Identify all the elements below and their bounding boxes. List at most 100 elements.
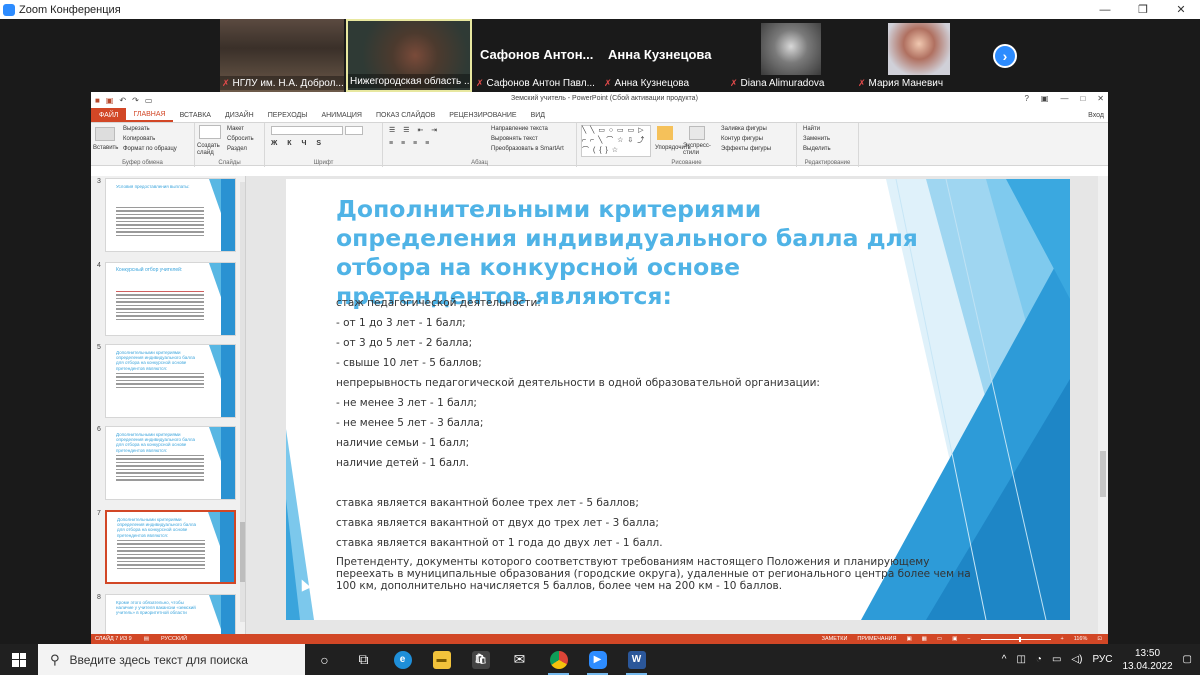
undo-icon[interactable]: ↶ xyxy=(119,96,126,105)
thumbs-scrollbar[interactable] xyxy=(240,182,245,622)
zoom-level[interactable]: 116% xyxy=(1074,636,1088,642)
shapes-gallery[interactable]: ╲ ╲ ▭ ○ ▭ ▭ ▷ ⌐ ⌐ ╲ ⌒ ☆ ⇩ ⤴ ⌒ ( { } ☆ xyxy=(581,125,651,157)
redo-icon[interactable]: ↷ xyxy=(132,96,139,105)
replace-button[interactable]: Заменить xyxy=(803,136,830,142)
start-button[interactable] xyxy=(0,644,38,675)
slide-canvas[interactable]: Дополнительными критериями определения и… xyxy=(286,179,1070,620)
tab-slideshow[interactable]: ПОКАЗ СЛАЙДОВ xyxy=(369,108,442,122)
slide-thumbnail[interactable]: Конкурсный отбор учителей: xyxy=(105,262,236,336)
tab-home[interactable]: ГЛАВНАЯ xyxy=(126,108,173,122)
shape-fill-button[interactable]: Заливка фигуры xyxy=(721,126,767,132)
tab-design[interactable]: ДИЗАЙН xyxy=(218,108,261,122)
slide-scrollbar[interactable] xyxy=(1098,176,1108,634)
tab-view[interactable]: ВИД xyxy=(524,108,552,122)
new-slide-button[interactable]: Создать слайд xyxy=(197,143,225,157)
minimize-icon[interactable]: — xyxy=(1086,0,1124,19)
font-format-buttons[interactable]: Ж К Ч S xyxy=(271,140,325,147)
chevron-right-icon[interactable]: › xyxy=(993,44,1017,68)
network-icon[interactable]: ◫ xyxy=(1016,654,1025,665)
new-slide-icon[interactable] xyxy=(199,125,221,139)
fit-slide-icon[interactable]: ⊡ xyxy=(1097,636,1102,642)
scroll-thumb[interactable] xyxy=(240,522,245,582)
participant-tile[interactable]: Сафонов Антон... ✗ Сафонов Антон Павл... xyxy=(474,19,600,92)
clock[interactable]: 13:50 13.04.2022 xyxy=(1122,647,1172,673)
cut-button[interactable]: Вырезать xyxy=(123,126,150,132)
shape-effects-button[interactable]: Эффекты фигуры xyxy=(721,146,771,152)
wifi-icon[interactable]: ◔ xyxy=(1036,654,1042,665)
tab-animation[interactable]: АНИМАЦИЯ xyxy=(314,108,369,122)
tab-insert[interactable]: ВСТАВКА xyxy=(173,108,218,122)
list-buttons[interactable]: ☰ ☰ ⇤ ⇥ xyxy=(389,126,440,134)
normal-view-icon[interactable]: ▣ xyxy=(906,636,911,642)
participant-tile[interactable]: Анна Кузнецова ✗ Анна Кузнецова xyxy=(602,19,726,92)
align-buttons[interactable]: ≡ ≡ ≡ ≡ xyxy=(389,140,432,147)
participant-tile[interactable]: ✗ НГЛУ им. Н.А. Доброл... xyxy=(220,19,344,92)
tab-transitions[interactable]: ПЕРЕХОДЫ xyxy=(261,108,315,122)
mail-icon[interactable]: ✉ xyxy=(500,644,539,675)
quick-styles-icon[interactable] xyxy=(689,126,705,140)
slide-thumbnail[interactable]: Условия предоставления выплаты: xyxy=(105,178,236,252)
slide-thumbnail[interactable]: Дополнительными критериями определения и… xyxy=(105,426,236,500)
font-size-select[interactable] xyxy=(345,126,363,135)
shape-outline-button[interactable]: Контур фигуры xyxy=(721,136,763,142)
format-painter-button[interactable]: Формат по образцу xyxy=(123,146,177,152)
copy-button[interactable]: Копировать xyxy=(123,136,155,142)
slideshow-icon[interactable]: ▭ xyxy=(145,96,153,105)
spellcheck-icon[interactable]: ▤ xyxy=(144,636,149,642)
quick-styles-button[interactable]: Экспресс-стили xyxy=(683,143,717,157)
file-explorer-icon[interactable]: ▬ xyxy=(422,644,461,675)
find-button[interactable]: Найти xyxy=(803,126,820,132)
edge-icon[interactable]: e xyxy=(383,644,422,675)
comments-button[interactable]: ПРИМЕЧАНИЯ xyxy=(857,636,896,642)
zoom-slider[interactable] xyxy=(980,636,1051,642)
tab-file[interactable]: ФАЙЛ xyxy=(91,108,127,122)
participant-tile[interactable]: ✗ Diana Alimuradova xyxy=(728,19,854,92)
store-icon[interactable]: 🛍 xyxy=(461,644,500,675)
tray-chevron-icon[interactable]: ^ xyxy=(1002,654,1007,665)
layout-button[interactable]: Макет xyxy=(227,126,244,132)
tab-review[interactable]: РЕЦЕНЗИРОВАНИЕ xyxy=(442,108,523,122)
save-icon[interactable]: ▣ xyxy=(106,96,114,105)
language-indicator[interactable]: РУССКИЙ xyxy=(161,636,187,642)
maximize-icon[interactable]: □ xyxy=(1080,94,1085,103)
taskbar-search[interactable]: ⚲ Введите здесь текст для поиска xyxy=(38,644,305,675)
slideshow-view-icon[interactable]: ▣ xyxy=(952,636,957,642)
participant-tile[interactable]: ✗ Мария Маневич xyxy=(856,19,982,92)
zoom-out-icon[interactable]: − xyxy=(967,636,970,642)
select-button[interactable]: Выделить xyxy=(803,146,831,152)
cortana-icon[interactable]: ○ xyxy=(305,644,344,675)
slide-thumbnail[interactable]: Кроме этого обязательно, чтобы наличие у… xyxy=(105,594,236,634)
zoom-taskbar-icon[interactable]: ▶ xyxy=(578,644,617,675)
chrome-icon[interactable] xyxy=(539,644,578,675)
slide-thumbnail-selected[interactable]: Дополнительными критериями определения и… xyxy=(105,510,236,584)
word-icon[interactable]: W xyxy=(617,644,656,675)
zoom-in-icon[interactable]: + xyxy=(1061,636,1064,642)
slide-thumbnail[interactable]: Дополнительными критериями определения и… xyxy=(105,344,236,418)
task-view-icon[interactable]: ⧉ xyxy=(344,644,383,675)
minimize-icon[interactable]: — xyxy=(1060,94,1068,103)
input-language[interactable]: РУС xyxy=(1092,654,1112,665)
font-family-select[interactable] xyxy=(271,126,343,135)
notes-button[interactable]: ЗАМЕТКИ xyxy=(822,636,848,642)
participant-tile-active[interactable]: Нижегородская область ... xyxy=(346,19,472,92)
volume-icon[interactable]: ◁) xyxy=(1071,654,1082,665)
sign-in-link[interactable]: Вход xyxy=(1088,112,1108,119)
help-icon[interactable]: ? xyxy=(1024,94,1028,103)
align-text-button[interactable]: Выровнять текст xyxy=(491,136,538,142)
close-icon[interactable]: ✕ xyxy=(1097,94,1104,103)
notification-icon[interactable]: ▢ xyxy=(1183,654,1192,665)
reset-button[interactable]: Сбросить xyxy=(227,136,254,142)
reading-view-icon[interactable]: ▭ xyxy=(937,636,942,642)
text-direction-button[interactable]: Направление текста xyxy=(491,126,548,132)
sorter-view-icon[interactable]: ▦ xyxy=(922,636,927,642)
arrange-icon[interactable] xyxy=(657,126,673,140)
maximize-icon[interactable]: ❐ xyxy=(1124,0,1162,19)
scroll-thumb[interactable] xyxy=(1100,451,1106,497)
paste-icon[interactable] xyxy=(95,127,115,141)
close-icon[interactable]: ✕ xyxy=(1162,0,1200,19)
paste-button[interactable]: Вставить xyxy=(93,145,118,151)
battery-icon[interactable]: ▭ xyxy=(1052,654,1061,665)
smartart-button[interactable]: Преобразовать в SmartArt xyxy=(491,146,564,152)
section-button[interactable]: Раздел xyxy=(227,146,247,152)
ribbon-display-icon[interactable]: ▣ xyxy=(1041,94,1049,103)
